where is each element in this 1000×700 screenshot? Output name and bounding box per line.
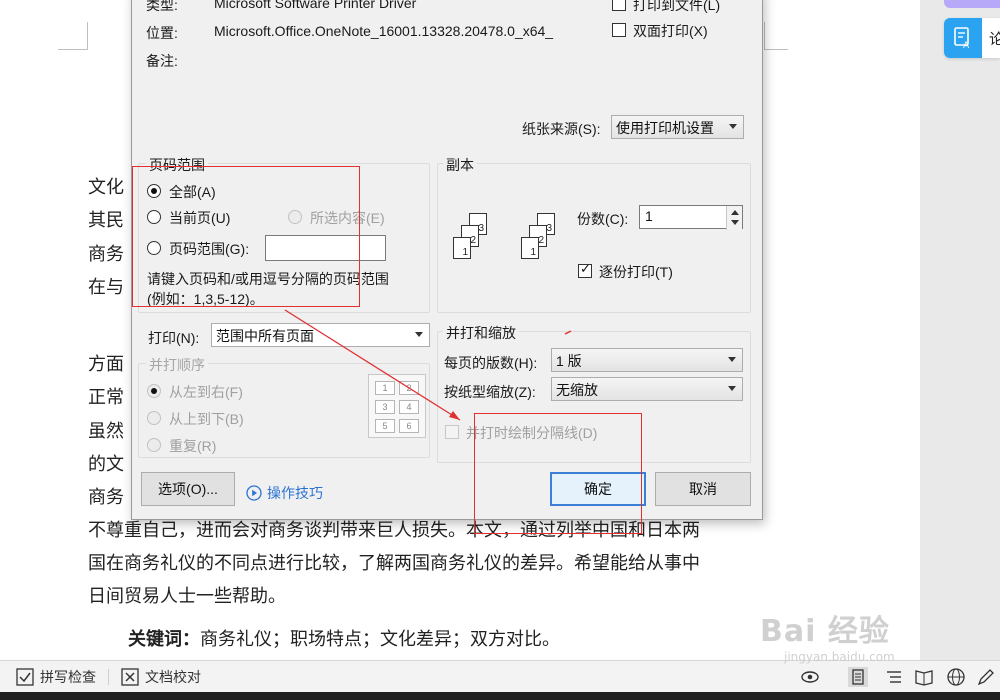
document-text-line: 商务 (88, 244, 124, 265)
order-lr-label: 从左到右(F) (169, 384, 243, 400)
tips-link[interactable]: 操作技巧 (246, 483, 323, 503)
scale-to-paper-select[interactable]: 无缩放 (551, 377, 743, 401)
options-button[interactable]: 选项(O)... (141, 472, 235, 506)
printer-location-label: 位置: (146, 25, 178, 41)
print-label: 打印(N): (148, 330, 200, 346)
eye-icon[interactable] (800, 667, 820, 687)
document-text-line: 正常 (88, 387, 124, 408)
printer-comment-label: 备注: (146, 53, 178, 69)
copies-group (437, 163, 751, 313)
doc-proofread-button[interactable]: 文档校对 (121, 667, 201, 687)
play-circle-icon (246, 485, 262, 501)
svg-text:A: A (963, 41, 970, 49)
order-repeat-label: 重复(R) (169, 438, 217, 454)
collate-checkbox[interactable] (578, 262, 592, 278)
order-preview-icon: 12 34 56 (368, 374, 426, 438)
copies-title: 副本 (443, 155, 477, 175)
document-text-line: 的文 (88, 454, 124, 475)
duplex-print-checkbox[interactable] (612, 23, 626, 37)
order-tb-label: 从上到下(B) (169, 411, 244, 427)
paper-source-label: 纸张来源(S): (522, 121, 601, 137)
print-pages-select[interactable]: 范围中所有页面 (211, 323, 430, 347)
proofread-icon (121, 668, 139, 686)
printer-type-label: 类型: (146, 0, 178, 13)
web-view-icon[interactable] (946, 667, 966, 687)
annotation-box-page-range (132, 166, 360, 307)
page-corner-mark-left (58, 22, 88, 50)
chevron-down-icon (415, 332, 423, 337)
chevron-down-icon (728, 386, 736, 391)
chevron-up-icon (731, 210, 739, 215)
cancel-button[interactable]: 取消 (655, 472, 751, 506)
taskbar-edge (0, 692, 1000, 700)
page-view-icon[interactable] (848, 667, 868, 687)
reading-mode-icon[interactable] (914, 667, 934, 687)
copies-spinner[interactable] (726, 206, 742, 230)
duplex-print-label: 双面打印(X) (633, 23, 708, 39)
pen-icon[interactable] (976, 667, 996, 687)
order-repeat-radio[interactable] (147, 438, 161, 452)
outline-view-icon[interactable] (884, 667, 904, 687)
spell-check-button[interactable]: 拼写检查 (16, 667, 96, 687)
document-text-line: 文化 (88, 177, 124, 198)
chevron-down-icon (728, 357, 736, 362)
print-to-file-checkbox[interactable] (612, 0, 626, 11)
pages-per-sheet-label: 每页的版数(H): (444, 355, 538, 371)
draw-divider-checkbox[interactable] (445, 425, 459, 439)
chevron-down-icon (729, 124, 737, 129)
print-to-file-label: 打印到文件(L) (633, 0, 721, 13)
paper-source-select[interactable]: 使用打印机设置 (611, 115, 744, 139)
printer-location-value: Microsoft.Office.OneNote_16001.13328.204… (214, 23, 554, 39)
scale-to-paper-label: 按纸型缩放(Z): (444, 384, 536, 400)
document-text-line: 日间贸易人士一些帮助。 (88, 586, 286, 607)
order-tb-radio[interactable] (147, 411, 161, 425)
spell-check-icon (16, 668, 34, 686)
document-text-line: 国在商务礼仪的不同点进行比较，了解两国商务礼仪的差异。希望能给从事中 (88, 553, 700, 574)
right-margin (920, 0, 1000, 660)
baidu-watermark: Bai 经验 jingyan.baidu.com (760, 614, 895, 664)
document-a-icon: A (944, 18, 982, 58)
annotation-box-divider (474, 413, 642, 534)
status-divider (108, 669, 109, 685)
print-order-title: 并打顺序 (146, 355, 208, 375)
chevron-down-icon (731, 220, 739, 225)
document-text-line: 在与 (88, 277, 124, 298)
document-text-line: 商务 (88, 487, 124, 508)
copies-count-label: 份数(C): (577, 211, 629, 227)
printer-type-value: Microsoft Software Printer Driver (214, 0, 417, 11)
order-lr-radio[interactable] (147, 384, 161, 398)
collate-label: 逐份打印(T) (599, 264, 673, 280)
paper-check-panel-button[interactable]: A 论 (944, 18, 1000, 58)
status-bar: 拼写检查 文档校对 (0, 660, 1000, 692)
copies-count-input[interactable]: 1 (639, 205, 743, 230)
page-corner-mark-right (764, 22, 788, 50)
keywords-line: 关键词：商务礼仪；职场特点；文化差异；双方对比。 (128, 629, 560, 650)
pages-per-sheet-select[interactable]: 1 版 (551, 348, 743, 372)
scale-title: 并打和缩放 (443, 323, 519, 343)
panel-button-label: 论 (989, 30, 1000, 48)
document-text-line: 其民 (88, 210, 124, 231)
panel-tab-top[interactable] (944, 0, 1000, 8)
document-text-line: 虽然 (88, 421, 124, 442)
document-text-line: 方面 (88, 354, 124, 375)
